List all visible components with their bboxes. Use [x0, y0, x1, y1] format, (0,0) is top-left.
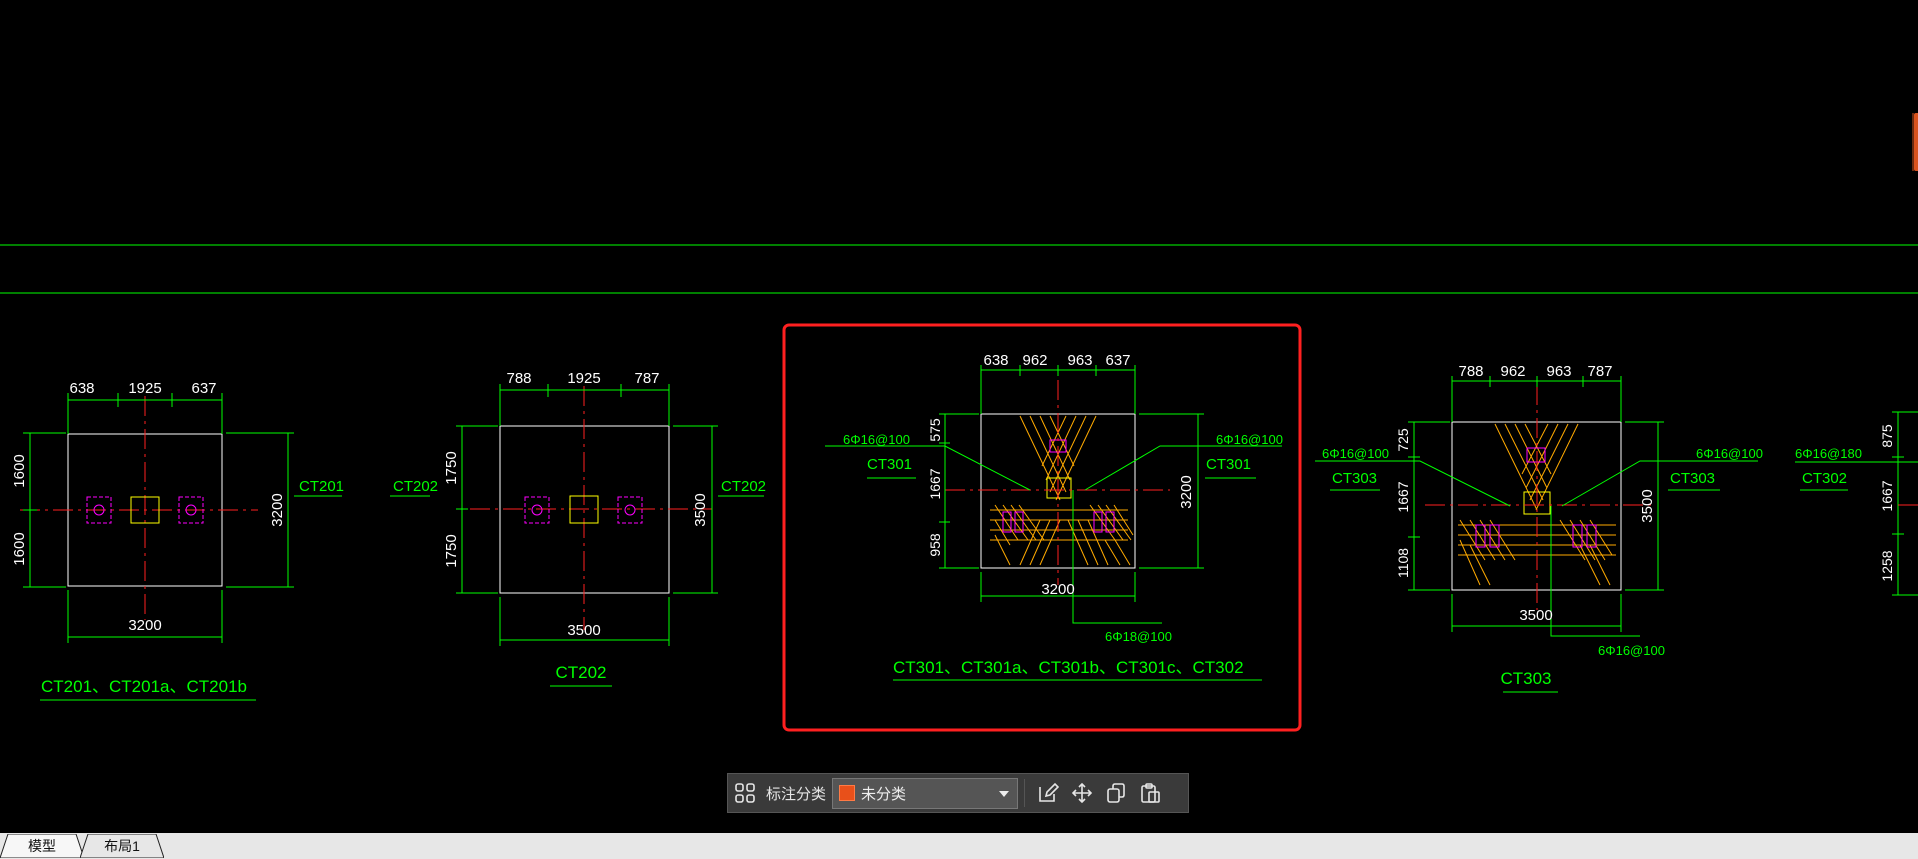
ct201-dim-left-1: 1600 — [11, 454, 28, 487]
ct202-dim-left-1: 1750 — [443, 451, 460, 484]
ct301-label-left: CT301 — [867, 456, 912, 473]
pile-cap-ct303[interactable]: 788 962 963 787 725 1667 1108 3500 3500 … — [1315, 363, 1763, 693]
ct301-dim-left-1: 575 — [927, 418, 943, 442]
ct301-dim-left-3: 958 — [927, 533, 943, 557]
ct301-label-right: CT301 — [1206, 456, 1251, 473]
ct303-label-right: CT303 — [1670, 470, 1715, 487]
ct302-rebar-left: 6Φ16@180 — [1795, 446, 1862, 461]
ct303-dim-right: 3500 — [1639, 489, 1656, 522]
ct201-caption: CT201、CT201a、CT201b — [41, 677, 247, 696]
pile-cap-ct201[interactable]: 638 1925 637 1600 1600 3200 3200 CT201 C… — [11, 380, 344, 701]
chevron-down-icon — [999, 790, 1010, 797]
ct301-dim-top-2: 962 — [1022, 352, 1047, 369]
cad-canvas[interactable]: 638 1925 637 1600 1600 3200 3200 CT201 C… — [0, 0, 1918, 833]
ct303-caption: CT303 — [1500, 669, 1551, 688]
ct303-dim-top-3: 963 — [1546, 363, 1571, 380]
ct202-dim-right: 3500 — [692, 493, 709, 526]
ct202-dim-bottom: 3500 — [567, 622, 600, 639]
ct201-dim-right: 3200 — [269, 493, 286, 526]
ct301-rebar-right: 6Φ16@100 — [1216, 432, 1283, 447]
tab-model-label: 模型 — [28, 838, 56, 854]
ct201-dim-top-2: 1925 — [128, 380, 161, 397]
toolbar-divider — [1024, 779, 1026, 807]
ct302-label-left: CT302 — [1802, 470, 1847, 487]
ct202-dim-top-2: 1925 — [567, 370, 600, 387]
ct301-caption: CT301、CT301a、CT301b、CT301c、CT302 — [893, 658, 1244, 677]
pile-cap-ct302[interactable]: 875 1667 1258 6Φ16@180 CT302 — [1795, 411, 1918, 596]
copy-icon[interactable] — [1099, 776, 1133, 810]
ct302-dim-left-3: 1258 — [1879, 550, 1895, 581]
ct303-rebar-left: 6Φ16@100 — [1322, 446, 1389, 461]
ct202-dim-left-2: 1750 — [443, 534, 460, 567]
ct202-dim-top-3: 787 — [634, 370, 659, 387]
ct301-dim-top-1: 638 — [983, 352, 1008, 369]
edit-icon[interactable] — [1031, 776, 1065, 810]
ct303-rebar-right: 6Φ16@100 — [1696, 446, 1763, 461]
ct201-dim-bottom: 3200 — [128, 617, 161, 634]
annotation-category-label: 标注分类 — [766, 785, 827, 803]
ct202-caption: CT202 — [555, 663, 606, 682]
ct201-dim-left-2: 1600 — [11, 532, 28, 565]
ct202-side-label-right: CT202 — [721, 478, 766, 495]
ct202-dim-top-1: 788 — [506, 370, 531, 387]
move-icon[interactable] — [1065, 776, 1099, 810]
ct303-rebar-bottom: 6Φ16@100 — [1598, 643, 1665, 658]
paste-icon[interactable] — [1133, 776, 1167, 810]
ct301-rebar-left: 6Φ16@100 — [843, 432, 910, 447]
tab-model[interactable]: 模型 — [0, 834, 84, 858]
category-color-swatch — [839, 785, 856, 801]
layout-tab-bar: 模型 布局1 — [0, 833, 1918, 859]
ct303-dim-top-4: 787 — [1587, 363, 1612, 380]
category-select-value: 未分类 — [861, 785, 907, 803]
ct201-dim-top-1: 638 — [69, 380, 94, 397]
tab-layout1[interactable]: 布局1 — [80, 834, 164, 858]
ct201-side-label: CT201 — [299, 478, 344, 495]
pile-cap-ct202[interactable]: 788 1925 787 1750 1750 3500 3500 CT202 C… — [390, 370, 766, 687]
ct302-dim-left-1: 875 — [1879, 424, 1895, 448]
grid-icon[interactable] — [728, 776, 762, 810]
ct303-dim-left-1: 725 — [1395, 428, 1411, 452]
ct301-dim-top-3: 963 — [1067, 352, 1092, 369]
annotation-category-select[interactable]: 未分类 — [832, 777, 1019, 809]
ct202-side-label-left: CT202 — [393, 478, 438, 495]
ct303-label-left: CT303 — [1332, 470, 1377, 487]
ct302-dim-left-2: 1667 — [1879, 480, 1895, 511]
ct303-dim-top-1: 788 — [1458, 363, 1483, 380]
ct303-dim-left-2: 1667 — [1395, 481, 1411, 512]
ct301-rebar-bottom: 6Φ18@100 — [1105, 629, 1172, 644]
scroll-indicator[interactable] — [1912, 113, 1918, 171]
annotation-toolbar: 标注分类 未分类 — [727, 773, 1189, 813]
pile-cap-ct301[interactable]: 638 962 963 637 575 1667 958 3200 3200 6… — [782, 323, 1302, 732]
ct301-dim-left-2: 1667 — [927, 468, 943, 499]
ct303-dim-top-2: 962 — [1500, 363, 1525, 380]
ct303-dim-bottom: 3500 — [1519, 607, 1552, 624]
ct301-dim-top-4: 637 — [1105, 352, 1130, 369]
ct301-dim-right: 3200 — [1178, 475, 1195, 508]
ct301-dim-bottom: 3200 — [1041, 581, 1074, 598]
ct303-dim-left-3: 1108 — [1395, 548, 1411, 578]
tab-layout1-label: 布局1 — [104, 838, 140, 854]
ct201-dim-top-3: 637 — [191, 380, 216, 397]
